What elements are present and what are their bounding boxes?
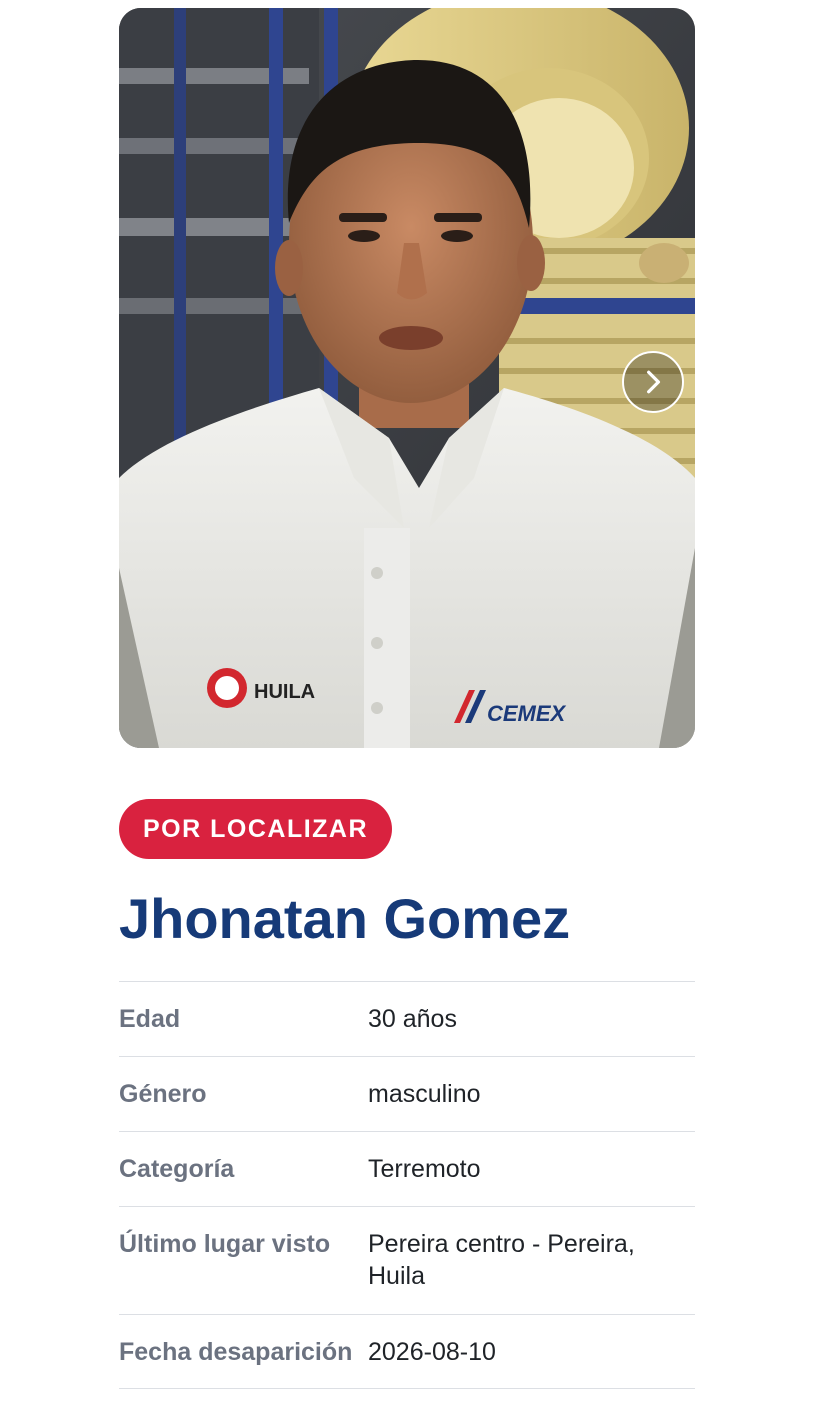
detail-row-edad: Edad 30 años [119,981,695,1056]
detail-label: Último lugar visto [119,1230,331,1258]
svg-text:HUILA: HUILA [254,681,315,703]
detail-label: Fecha desaparición [119,1338,353,1366]
detail-value: 2026-08-10 [368,1338,496,1366]
detail-value: Terremoto [368,1155,481,1183]
detail-value: masculino [368,1080,481,1108]
profile-photo: HUILA CEMEX [119,8,695,748]
details-table: Edad 30 años Género masculino Categoría … [119,981,695,1389]
profile-photo-carousel[interactable]: HUILA CEMEX [119,8,695,748]
detail-value: Pereira centro - Pereira, Huila [368,1230,635,1290]
detail-value: 30 años [368,1005,457,1033]
carousel-next-button[interactable] [622,351,684,413]
person-name: Jhonatan Gomez [119,887,571,950]
detail-row-ultimo-lugar: Último lugar visto Pereira centro - Pere… [119,1206,695,1314]
detail-label: Categoría [119,1155,235,1183]
detail-label: Género [119,1080,207,1108]
detail-row-categoria: Categoría Terremoto [119,1131,695,1206]
detail-label: Edad [119,1005,181,1033]
chevron-right-icon [647,370,661,394]
status-badge: POR LOCALIZAR [119,799,393,859]
svg-text:CEMEX: CEMEX [487,701,567,726]
detail-row-genero: Género masculino [119,1056,695,1131]
detail-row-fecha: Fecha desaparición 2026-08-10 [119,1314,695,1389]
